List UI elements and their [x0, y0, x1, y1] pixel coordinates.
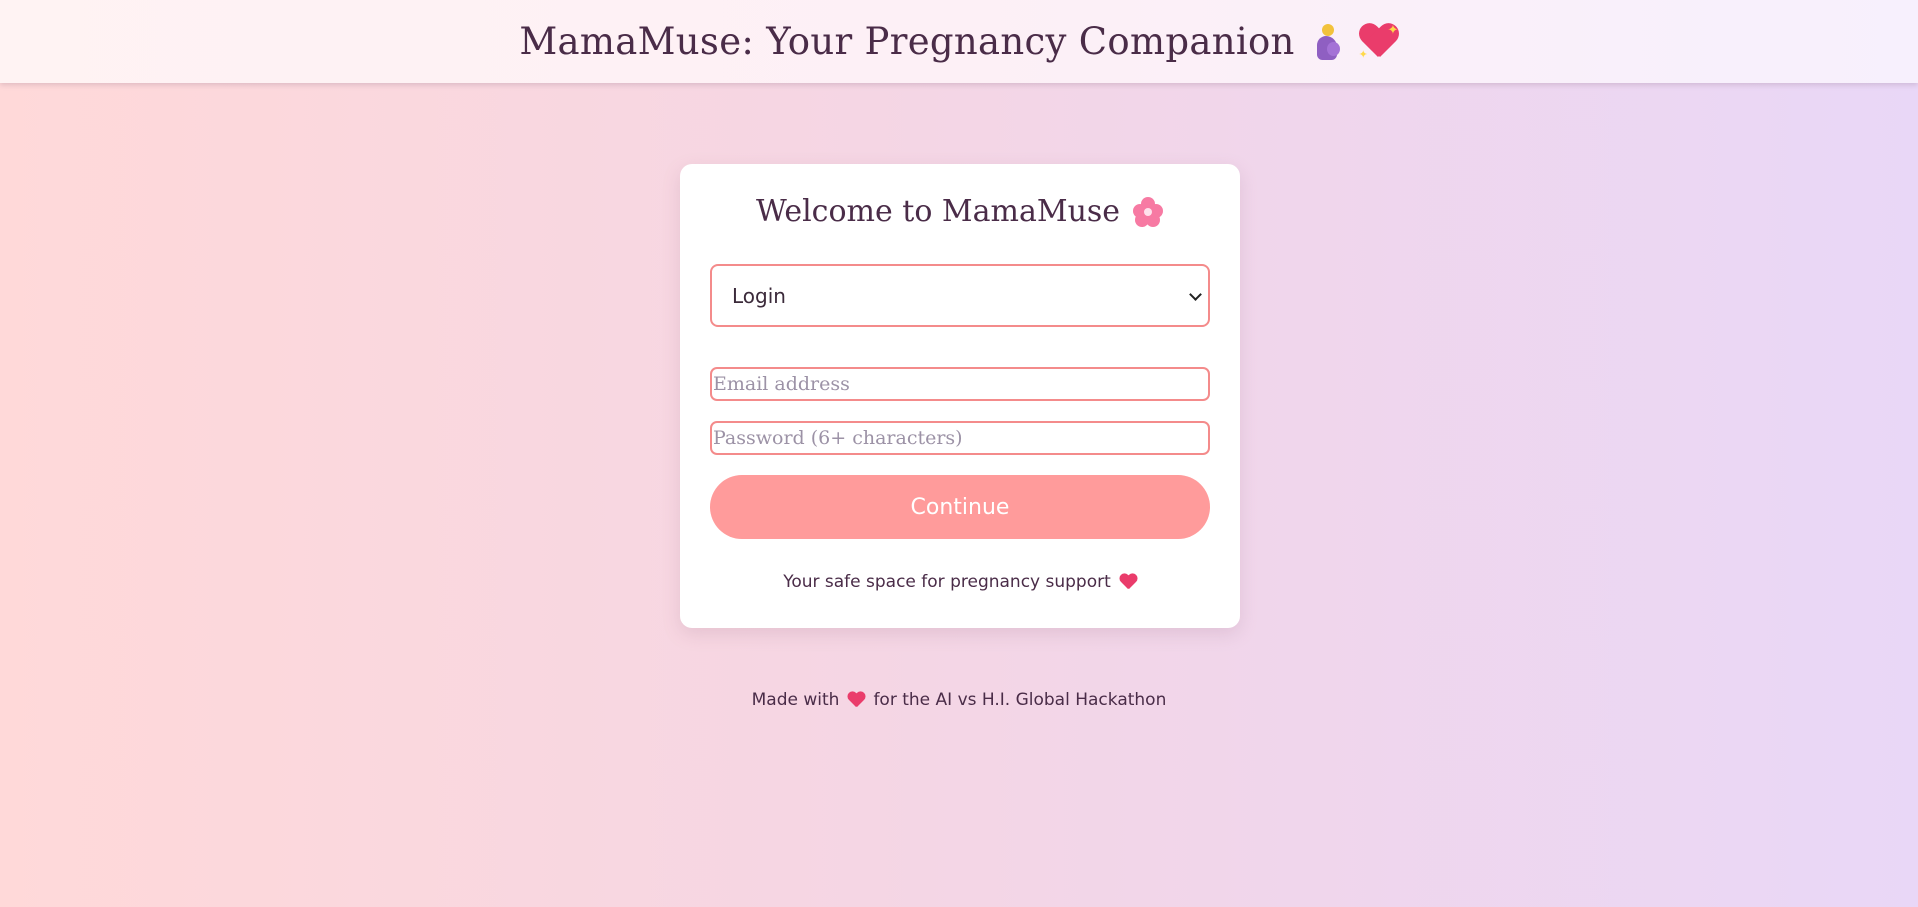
auth-mode-selected: Login — [732, 283, 786, 308]
footer-prefix: Made with — [751, 690, 840, 710]
password-field[interactable] — [710, 421, 1210, 455]
sparkling-heart-icon: ✦ ✦ — [1358, 22, 1399, 61]
chevron-down-icon — [1189, 288, 1202, 301]
heart-icon — [847, 692, 865, 708]
auth-mode-select[interactable]: Login — [710, 264, 1210, 327]
pregnant-woman-icon — [1313, 22, 1341, 62]
footer: Made with for the AI vs H.I. Global Hack… — [0, 690, 1918, 710]
welcome-heading: Welcome to MamaMuse — [680, 194, 1240, 229]
email-field[interactable] — [710, 367, 1210, 401]
continue-button[interactable]: Continue — [710, 475, 1210, 539]
tagline: Your safe space for pregnancy support — [680, 572, 1240, 592]
tagline-text: Your safe space for pregnancy support — [783, 572, 1111, 592]
welcome-text: Welcome to MamaMuse — [755, 194, 1121, 229]
two-hearts-icon — [1119, 574, 1137, 590]
footer-suffix: for the AI vs H.I. Global Hackathon — [873, 690, 1167, 710]
login-card: Welcome to MamaMuse Login Continue Your … — [680, 164, 1240, 628]
cherry-blossom-icon — [1132, 196, 1164, 228]
app-title: MamaMuse: Your Pregnancy Companion — [519, 20, 1295, 63]
app-title-row: MamaMuse: Your Pregnancy Companion ✦ ✦ — [519, 20, 1398, 63]
top-header: MamaMuse: Your Pregnancy Companion ✦ ✦ — [0, 0, 1918, 83]
